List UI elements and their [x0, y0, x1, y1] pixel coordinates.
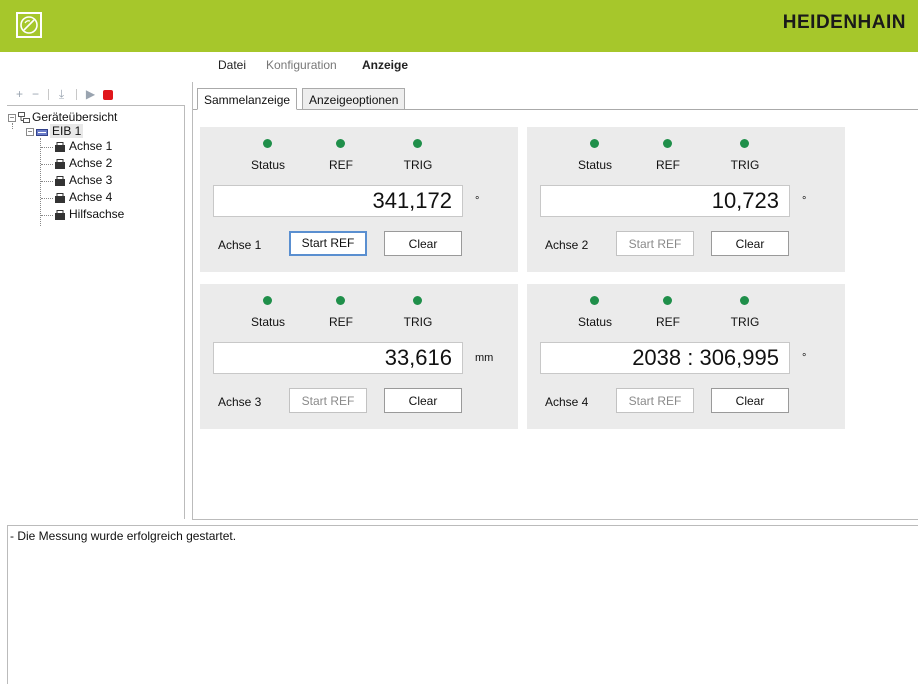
ref-label: REF	[656, 315, 680, 329]
device-tree-panel: + − ⤓ ▶ − Geräteübersicht − EIB 1 Achse …	[7, 83, 185, 519]
heidenhain-logo-icon	[16, 12, 42, 38]
trig-label: TRIG	[730, 158, 760, 172]
tree-item-axis-3[interactable]: Achse 3	[69, 173, 112, 187]
axis-name: Achse 4	[545, 395, 589, 409]
tree-connector	[41, 181, 53, 182]
tree-connector	[41, 198, 53, 199]
tree-connector	[12, 123, 13, 129]
menu-view[interactable]: Anzeige	[362, 58, 408, 72]
tree-connector	[41, 164, 53, 165]
axis-icon	[55, 193, 65, 203]
axis-card-4: Status REF TRIG 2038 : 306,995 ° Achse 4…	[527, 284, 845, 429]
main-content: Sammelanzeige Anzeigeoptionen Status REF…	[192, 82, 918, 520]
status-led-icon	[590, 139, 599, 148]
tab-collective-display[interactable]: Sammelanzeige	[197, 88, 298, 110]
tree-connector	[40, 138, 41, 226]
ref-led-icon	[336, 139, 345, 148]
remove-icon[interactable]: −	[30, 88, 41, 100]
trig-led-icon	[740, 296, 749, 305]
message-log: - Die Messung wurde erfolgreich gestarte…	[7, 525, 918, 684]
import-icon[interactable]: ⤓	[56, 88, 67, 100]
tree-root-label[interactable]: Geräteübersicht	[32, 110, 117, 124]
axis-card-3: Status REF TRIG 33,616 mm Achse 3 Start …	[200, 284, 518, 429]
device-overview-icon	[18, 112, 30, 123]
add-icon[interactable]: +	[14, 88, 25, 100]
axis-name: Achse 2	[545, 238, 589, 252]
status-label: Status	[577, 158, 613, 172]
stop-icon[interactable]	[103, 90, 113, 100]
ref-led-icon	[663, 296, 672, 305]
start-ref-button[interactable]: Start REF	[289, 388, 367, 413]
log-message: - Die Messung wurde erfolgreich gestarte…	[10, 529, 237, 543]
status-led-icon	[263, 296, 272, 305]
axis-card-2: Status REF TRIG 10,723 ° Achse 2 Start R…	[527, 127, 845, 272]
clear-button[interactable]: Clear	[711, 231, 789, 256]
tree-item-axis-4[interactable]: Achse 4	[69, 190, 112, 204]
tree-item-eib1[interactable]: EIB 1	[50, 124, 84, 138]
device-tree: − Geräteübersicht − EIB 1 Achse 1 Achse	[7, 105, 185, 519]
ref-label: REF	[656, 158, 680, 172]
trig-label: TRIG	[403, 315, 433, 329]
tree-item-aux-axis[interactable]: Hilfsachse	[69, 207, 124, 221]
start-ref-button[interactable]: Start REF	[616, 388, 694, 413]
position-value: 10,723	[540, 185, 790, 217]
ref-label: REF	[329, 158, 353, 172]
axis-icon	[55, 210, 65, 220]
tab-divider	[193, 109, 918, 110]
brand-name: HEIDENHAIN	[782, 12, 906, 33]
trig-led-icon	[413, 296, 422, 305]
axis-card-1: Status REF TRIG 341,172 ° Achse 1 Start …	[200, 127, 518, 272]
status-led-icon	[263, 139, 272, 148]
axis-icon	[55, 159, 65, 169]
device-icon	[36, 129, 48, 136]
collapse-icon[interactable]: −	[26, 128, 34, 136]
menu-file[interactable]: Datei	[218, 58, 246, 72]
unit-label: °	[802, 195, 807, 207]
position-value: 2038 : 306,995	[540, 342, 790, 374]
status-led-icon	[590, 296, 599, 305]
title-bar: HEIDENHAIN	[0, 0, 918, 52]
play-icon[interactable]: ▶	[85, 88, 96, 100]
tree-connector	[41, 215, 53, 216]
trig-label: TRIG	[403, 158, 433, 172]
unit-label: °	[802, 352, 807, 364]
unit-label: °	[475, 195, 480, 207]
ref-label: REF	[329, 315, 353, 329]
tree-item-axis-2[interactable]: Achse 2	[69, 156, 112, 170]
toolbar-divider	[48, 89, 49, 100]
tab-display-options[interactable]: Anzeigeoptionen	[302, 88, 406, 110]
axis-name: Achse 3	[218, 395, 262, 409]
status-label: Status	[577, 315, 613, 329]
axis-name: Achse 1	[218, 238, 262, 252]
tree-item-axis-1[interactable]: Achse 1	[69, 139, 112, 153]
start-ref-button[interactable]: Start REF	[616, 231, 694, 256]
menu-configuration[interactable]: Konfiguration	[266, 58, 337, 72]
clear-button[interactable]: Clear	[384, 231, 462, 256]
ref-led-icon	[336, 296, 345, 305]
unit-label: mm	[475, 352, 494, 364]
collapse-icon[interactable]: −	[8, 114, 16, 122]
trig-label: TRIG	[730, 315, 760, 329]
trig-led-icon	[740, 139, 749, 148]
tree-connector	[41, 147, 53, 148]
start-ref-button[interactable]: Start REF	[289, 231, 367, 256]
axis-icon	[55, 142, 65, 152]
clear-button[interactable]: Clear	[384, 388, 462, 413]
toolbar-divider	[76, 89, 77, 100]
ref-led-icon	[663, 139, 672, 148]
position-value: 33,616	[213, 342, 463, 374]
trig-led-icon	[413, 139, 422, 148]
status-label: Status	[250, 315, 286, 329]
clear-button[interactable]: Clear	[711, 388, 789, 413]
menu-bar: Datei Konfiguration Anzeige	[0, 52, 918, 76]
position-value: 341,172	[213, 185, 463, 217]
status-label: Status	[250, 158, 286, 172]
axis-icon	[55, 176, 65, 186]
